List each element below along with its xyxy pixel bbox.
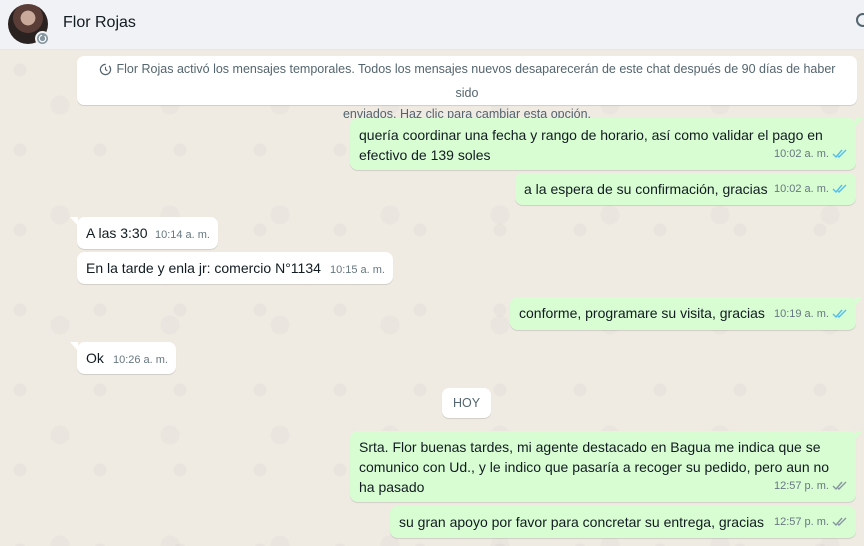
message-time: 12:57 p. m. xyxy=(773,480,829,492)
message-time: 10:02 a. m. xyxy=(773,148,829,160)
contact-avatar[interactable] xyxy=(8,4,50,46)
message-meta: 10:15 a. m. xyxy=(330,260,385,280)
message-outgoing[interactable]: su gran apoyo por favor para concretar s… xyxy=(390,506,856,538)
day-divider: HOY xyxy=(442,388,491,418)
message-line: efectivo de 139 soles xyxy=(359,147,491,163)
message-outgoing[interactable]: quería coordinar una fecha y rango de ho… xyxy=(350,118,863,170)
bubble-tail xyxy=(70,217,78,226)
search-icon[interactable] xyxy=(856,13,864,27)
chat-area[interactable]: Flor Rojas activó los mensajes temporale… xyxy=(0,50,864,546)
message-meta: 12:57 p. m. xyxy=(774,476,848,498)
double-check-blue-icon xyxy=(832,146,848,166)
message-meta: 12:57 p. m. xyxy=(774,512,848,534)
message-meta: 10:02 a. m. xyxy=(774,144,848,166)
chat-header[interactable]: Flor Rojas xyxy=(0,0,864,50)
double-check-blue-icon xyxy=(832,306,848,326)
message-line: Srta. Flor buenas tardes, mi agente dest… xyxy=(359,439,821,455)
message-text: quería coordinar una fecha y rango de ho… xyxy=(359,125,823,165)
message-time: 10:19 a. m. xyxy=(773,308,829,320)
message-outgoing[interactable]: a la espera de su confirmación, gracias … xyxy=(515,173,856,205)
message-meta: 10:26 a. m. xyxy=(113,350,168,370)
message-incoming[interactable]: En la tarde y enla jr: comercio N°1134 1… xyxy=(77,252,393,284)
message-meta: 10:14 a. m. xyxy=(155,225,210,245)
double-check-gray-icon xyxy=(832,478,848,498)
message-text: Srta. Flor buenas tardes, mi agente dest… xyxy=(359,437,829,497)
message-outgoing[interactable]: Srta. Flor buenas tardes, mi agente dest… xyxy=(350,431,863,502)
disappearing-messages-icon xyxy=(35,31,50,46)
message-meta: 10:02 a. m. xyxy=(774,179,848,201)
contact-name[interactable]: Flor Rojas xyxy=(63,14,136,32)
message-line: quería coordinar una fecha y rango de ho… xyxy=(359,127,823,143)
message-outgoing[interactable]: conforme, programare su visita, gracias … xyxy=(510,297,863,330)
message-line: ha pasado xyxy=(359,479,425,495)
message-text: A las 3:30 xyxy=(86,225,148,241)
bubble-tail xyxy=(855,431,863,440)
message-incoming[interactable]: A las 3:30 10:14 a. m. xyxy=(70,217,218,249)
message-incoming[interactable]: Ok 10:26 a. m. xyxy=(70,342,176,374)
double-check-gray-icon xyxy=(832,514,848,534)
message-time: 10:02 a. m. xyxy=(773,183,829,195)
message-line: comunico con Ud., y le indico que pasarí… xyxy=(359,459,830,475)
notice-line-1: Flor Rojas activó los mensajes temporale… xyxy=(91,59,843,104)
message-text: conforme, programare su visita, gracias xyxy=(519,305,765,321)
message-text: En la tarde y enla jr: comercio N°1134 xyxy=(86,260,321,276)
bubble-tail xyxy=(855,118,863,127)
message-text: su gran apoyo por favor para concretar s… xyxy=(399,514,764,530)
message-time: 12:57 p. m. xyxy=(773,516,829,528)
timer-icon xyxy=(99,62,112,83)
message-meta: 10:19 a. m. xyxy=(774,304,848,326)
message-text: a la espera de su confirmación, gracias xyxy=(524,181,768,197)
notice-text-1: Flor Rojas activó los mensajes temporale… xyxy=(116,62,836,100)
message-text: Ok xyxy=(86,350,104,366)
message-time: 10:14 a. m. xyxy=(154,229,210,241)
message-time: 10:15 a. m. xyxy=(329,264,385,276)
disappearing-messages-notice[interactable]: Flor Rojas activó los mensajes temporale… xyxy=(77,56,857,121)
bubble-tail xyxy=(70,342,78,351)
message-time: 10:26 a. m. xyxy=(112,354,168,366)
double-check-blue-icon xyxy=(832,181,848,201)
bubble-tail xyxy=(855,297,863,306)
